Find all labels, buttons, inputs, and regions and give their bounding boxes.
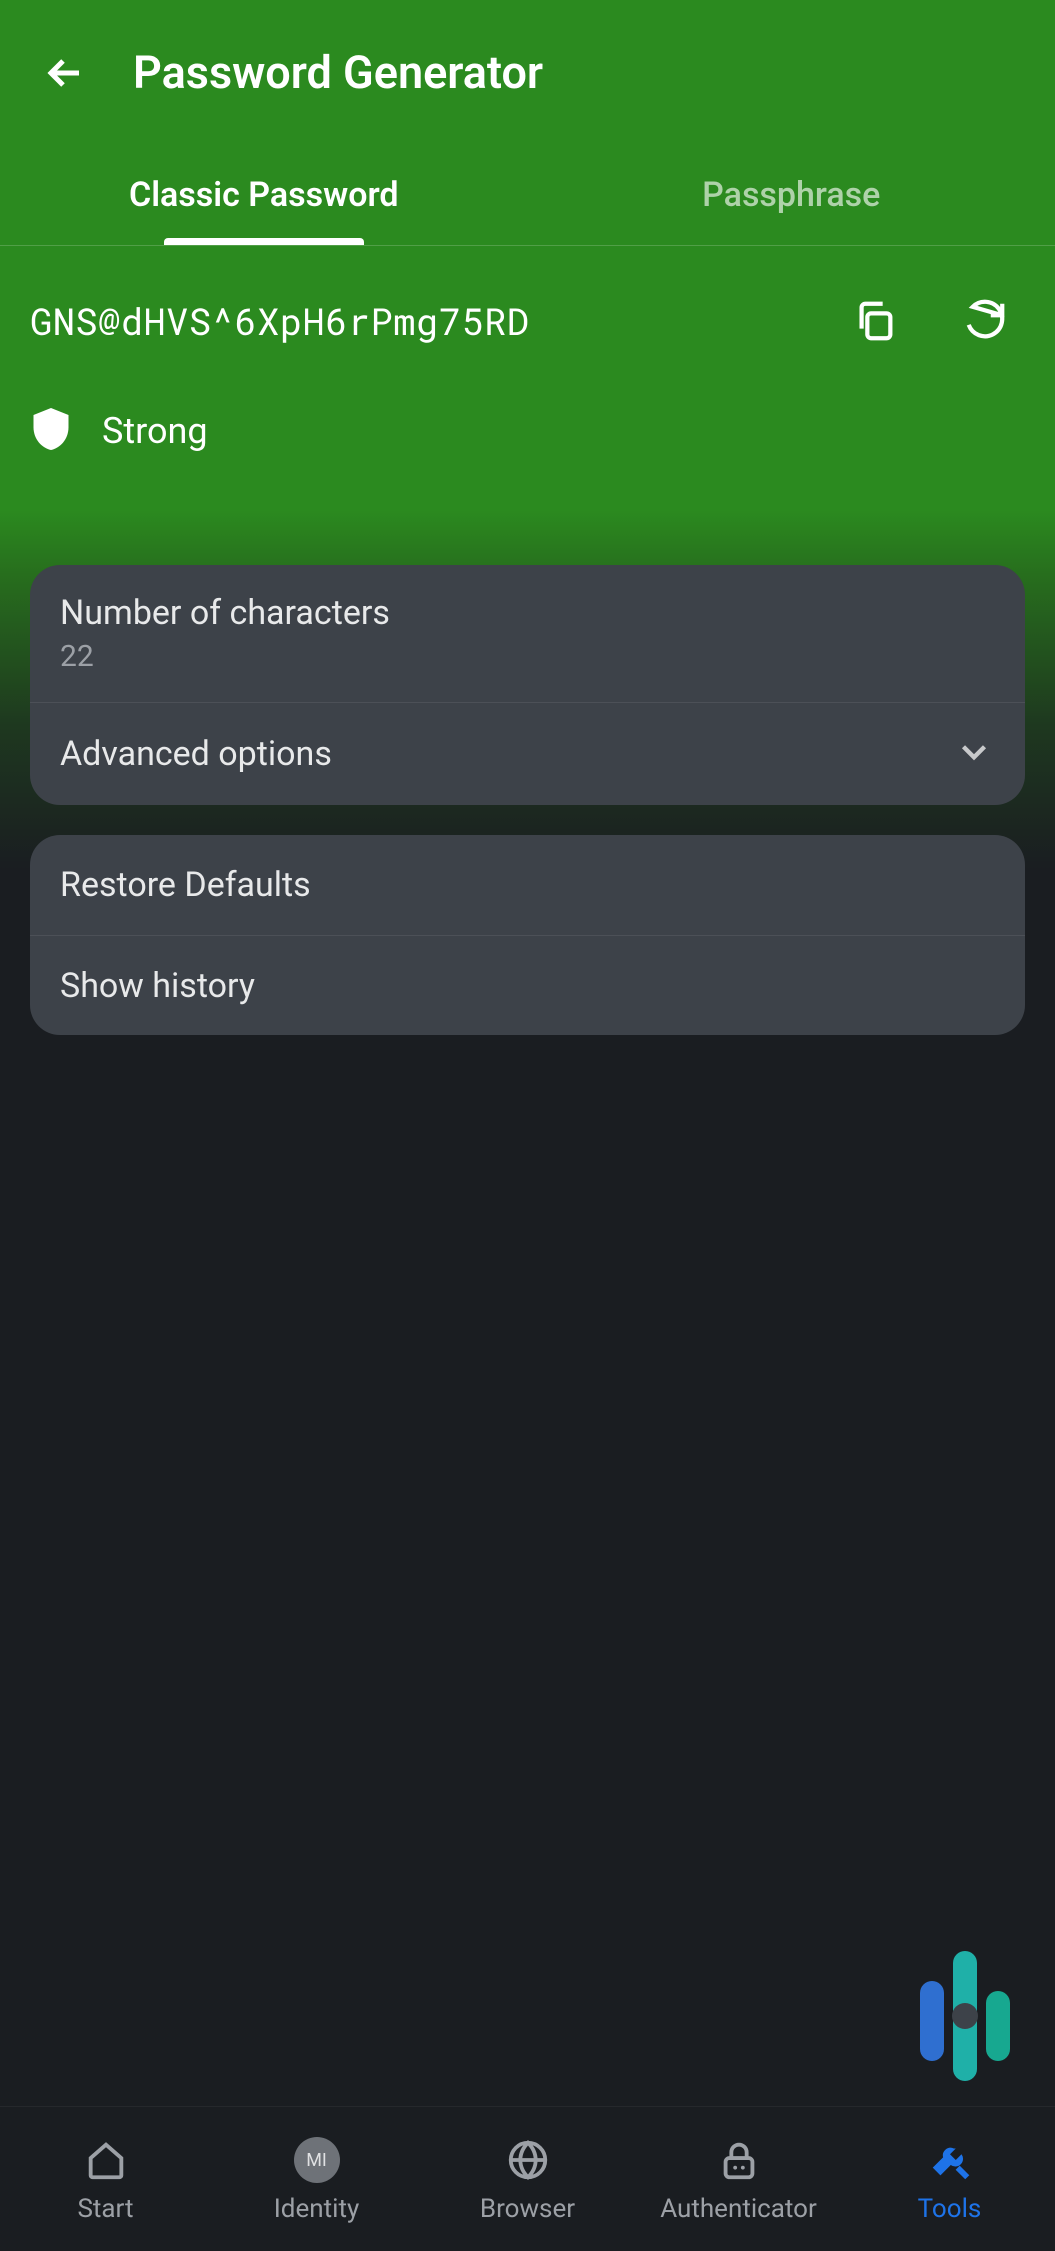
empty-area [0,870,1055,2106]
page-title: Password Generator [133,46,543,99]
refresh-icon [962,298,1008,344]
home-icon [83,2134,129,2186]
nav-identity[interactable]: MI Identity [211,2107,422,2251]
copy-icon [852,298,898,344]
advanced-options-row[interactable]: Advanced options [30,702,1025,805]
tab-label: Passphrase [702,175,880,215]
nav-start[interactable]: Start [0,2107,211,2251]
action-label: Restore Defaults [60,865,995,905]
globe-icon [505,2134,551,2186]
password-display: GNS@dHVS^6XpH6rPmg75RD [0,246,1055,511]
lock-icon [716,2134,762,2186]
avatar-initials: MI [294,2137,340,2183]
tabs: Classic Password Passphrase [0,145,1055,245]
arrow-left-icon [41,49,89,97]
nav-label: Start [77,2194,133,2224]
tools-icon [927,2134,973,2186]
option-value: 22 [60,639,995,674]
assistant-fab[interactable] [910,1941,1020,2091]
nav-label: Authenticator [660,2194,817,2224]
header: Password Generator Classic Password Pass… [0,0,1055,511]
tab-classic-password[interactable]: Classic Password [0,145,528,245]
nav-browser[interactable]: Browser [422,2107,633,2251]
action-label: Show history [60,966,995,1006]
bottom-nav: Start MI Identity Browser Authenticator … [0,2106,1055,2251]
back-button[interactable] [25,33,105,113]
restore-defaults-row[interactable]: Restore Defaults [30,835,1025,935]
option-label: Number of characters [60,593,995,633]
copy-button[interactable] [845,291,905,351]
nav-label: Tools [918,2194,982,2224]
avatar-icon: MI [294,2134,340,2186]
chevron-down-icon [953,731,995,777]
number-of-characters-row[interactable]: Number of characters 22 [30,565,1025,702]
nav-label: Identity [274,2194,360,2224]
regenerate-button[interactable] [955,291,1015,351]
nav-label: Browser [480,2194,575,2224]
options-card: Number of characters 22 Advanced options [30,565,1025,805]
assistant-icon [910,1941,1020,2091]
show-history-row[interactable]: Show history [30,935,1025,1035]
shield-icon [30,406,72,456]
nav-tools[interactable]: Tools [844,2107,1055,2251]
strength-label: Strong [102,410,208,452]
actions-card: Restore Defaults Show history [30,835,1025,1035]
nav-authenticator[interactable]: Authenticator [633,2107,844,2251]
tab-passphrase[interactable]: Passphrase [528,145,1055,245]
generated-password: GNS@dHVS^6XpH6rPmg75RD [30,297,845,346]
tab-label: Classic Password [129,175,399,215]
content-area: Number of characters 22 Advanced options [0,510,1055,870]
option-label: Advanced options [60,734,953,774]
